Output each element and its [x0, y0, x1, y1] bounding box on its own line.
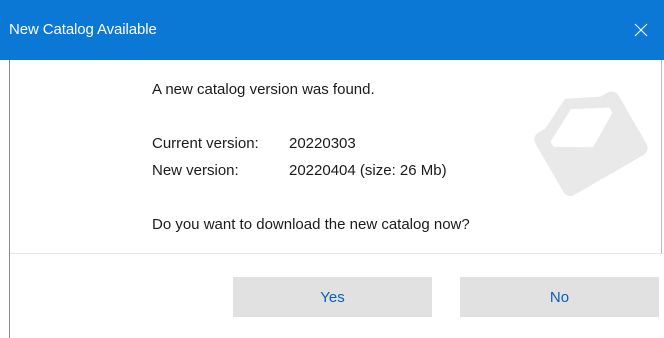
- new-catalog-dialog: New Catalog Available A new catalog vers…: [0, 0, 664, 338]
- yes-button[interactable]: Yes: [233, 277, 432, 317]
- current-version-value: 20220303: [289, 135, 356, 152]
- new-version-value: 20220404 (size: 26 Mb): [289, 162, 447, 179]
- title-bar[interactable]: New Catalog Available: [0, 0, 664, 60]
- current-version-label: Current version:: [152, 135, 259, 152]
- intro-text: A new catalog version was found.: [152, 81, 375, 98]
- close-button[interactable]: [618, 0, 664, 60]
- envelope-icon: [520, 70, 660, 210]
- frame-right-border: [661, 60, 662, 253]
- close-icon: [634, 23, 648, 37]
- new-version-label: New version:: [152, 162, 239, 179]
- dialog-title: New Catalog Available: [9, 21, 157, 38]
- download-question: Do you want to download the new catalog …: [152, 216, 470, 233]
- no-button[interactable]: No: [460, 277, 659, 317]
